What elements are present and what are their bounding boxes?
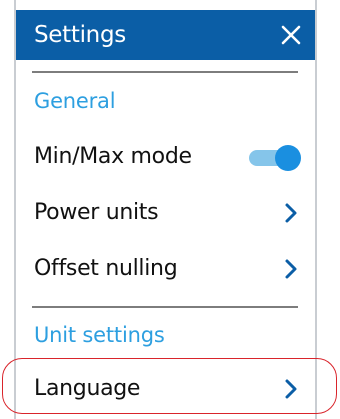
settings-title: Settings — [34, 22, 126, 48]
close-button[interactable] — [273, 17, 309, 53]
min-max-mode-toggle[interactable] — [245, 145, 301, 171]
toggle-knob — [275, 145, 301, 171]
section-general: General — [34, 89, 116, 113]
language-row[interactable]: Language — [16, 362, 315, 416]
close-icon — [281, 25, 301, 45]
language-label: Language — [34, 376, 141, 401]
divider-middle — [32, 306, 298, 308]
offset-nulling-row[interactable]: Offset nulling — [16, 242, 315, 296]
min-max-mode-row[interactable]: Min/Max mode — [16, 130, 315, 184]
divider-top — [32, 71, 298, 73]
settings-header: Settings — [16, 10, 315, 60]
min-max-mode-label: Min/Max mode — [34, 144, 192, 169]
power-units-label: Power units — [34, 200, 159, 225]
offset-nulling-label: Offset nulling — [34, 256, 178, 281]
chevron-right-icon — [285, 259, 297, 279]
chevron-right-icon — [285, 203, 297, 223]
settings-panel: Settings General Min/Max mode Power unit… — [14, 0, 317, 419]
chevron-right-icon — [285, 379, 297, 399]
section-unit-settings: Unit settings — [34, 323, 165, 347]
power-units-row[interactable]: Power units — [16, 186, 315, 240]
